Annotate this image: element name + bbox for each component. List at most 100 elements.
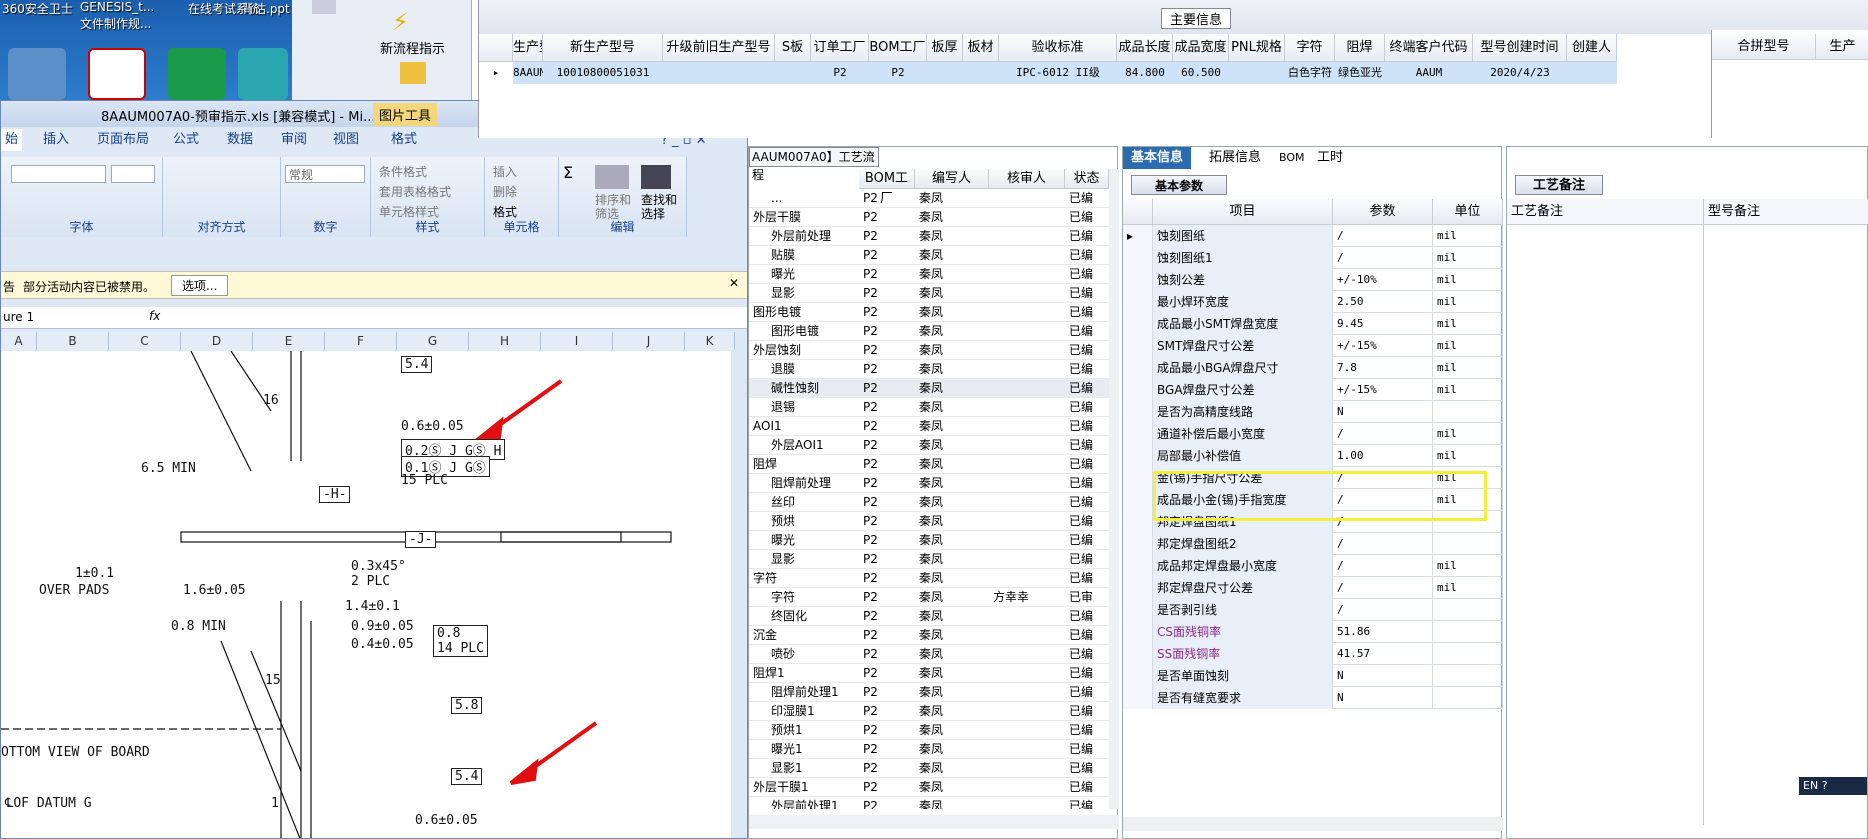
top-grid-cell[interactable]: 2020/4/23 bbox=[1473, 62, 1567, 84]
process-step-row[interactable]: 预烘 P2 秦凤 已编 bbox=[749, 512, 1109, 531]
tab-insert[interactable]: 插入 bbox=[43, 129, 69, 151]
top-grid-header[interactable]: PNL规格 bbox=[1229, 34, 1285, 62]
param-row[interactable]: 蚀刻图纸1 / mil bbox=[1123, 247, 1503, 269]
top-grid-cell[interactable]: 绿色亚光 bbox=[1335, 62, 1385, 84]
param-row[interactable]: 是否单面蚀刻 N bbox=[1123, 665, 1503, 687]
param-row[interactable]: ▸ 蚀刻图纸 / mil bbox=[1123, 225, 1503, 247]
param-row[interactable]: 是否有缝宽要求 N bbox=[1123, 687, 1503, 709]
top-grid-header[interactable]: 验收标准 bbox=[999, 34, 1117, 62]
param-value[interactable]: +/-15% bbox=[1333, 379, 1433, 401]
tab-view[interactable]: 视图 bbox=[333, 129, 359, 151]
font-size-input[interactable] bbox=[111, 165, 155, 183]
p-shortcut-icon[interactable] bbox=[168, 48, 226, 100]
param-row[interactable]: 蚀刻公差 +/-10% mil bbox=[1123, 269, 1503, 291]
top-grid-cell[interactable] bbox=[775, 62, 811, 84]
top-grid-header[interactable]: BOM工厂 bbox=[869, 34, 927, 62]
process-step-row[interactable]: 显影 P2 秦凤 已编 bbox=[749, 550, 1109, 569]
process-step-row[interactable]: 曝光 P2 秦凤 已编 bbox=[749, 531, 1109, 550]
tab-format[interactable]: 格式 bbox=[391, 129, 417, 151]
process-step-row[interactable]: 沉金 P2 秦凤 已编 bbox=[749, 626, 1109, 645]
param-value[interactable]: 9.45 bbox=[1333, 313, 1433, 335]
process-step-row[interactable]: 外层前处理 P2 秦凤 已编 bbox=[749, 227, 1109, 246]
writer-header[interactable]: 编写人 bbox=[915, 169, 989, 189]
merged-model-header[interactable]: 合拼型号 bbox=[1712, 34, 1816, 60]
tray-language-bar[interactable]: EN ? bbox=[1799, 777, 1867, 795]
new-flow-button[interactable]: 新流程指示 bbox=[380, 38, 445, 57]
param-value[interactable]: / bbox=[1333, 225, 1433, 247]
column-header[interactable]: A bbox=[1, 332, 37, 350]
column-header[interactable]: K bbox=[685, 332, 735, 350]
process-step-row[interactable]: 贴膜 P2 秦凤 已编 bbox=[749, 246, 1109, 265]
insert-cells-button[interactable]: 插入 bbox=[493, 163, 517, 180]
param-value[interactable]: / bbox=[1333, 533, 1433, 555]
tab-formulas[interactable]: 公式 bbox=[173, 129, 199, 151]
top-grid-cell[interactable]: P2 bbox=[811, 62, 869, 84]
top-grid-header[interactable]: 板材 bbox=[963, 34, 999, 62]
item-header[interactable]: 项目 bbox=[1153, 199, 1333, 225]
param-value[interactable]: 1.00 bbox=[1333, 445, 1433, 467]
param-value[interactable]: 7.8 bbox=[1333, 357, 1433, 379]
sum-icon[interactable]: Σ bbox=[563, 163, 573, 182]
process-step-row[interactable]: 字符 P2 秦凤 已编 bbox=[749, 569, 1109, 588]
column-header[interactable]: J bbox=[613, 332, 685, 350]
param-row[interactable]: 成品最小SMT焊盘宽度 9.45 mil bbox=[1123, 313, 1503, 335]
column-header[interactable]: C bbox=[109, 332, 181, 350]
production-header[interactable]: 生产 bbox=[1816, 34, 1868, 60]
param-value[interactable]: N bbox=[1333, 665, 1433, 687]
process-step-row[interactable]: 外层AOI1 P2 秦凤 已编 bbox=[749, 436, 1109, 455]
unit-header[interactable]: 单位 bbox=[1433, 199, 1503, 225]
param-value[interactable]: 2.50 bbox=[1333, 291, 1433, 313]
param-row[interactable]: 成品邦定焊盘最小宽度 / mil bbox=[1123, 555, 1503, 577]
app-shortcut-icon[interactable] bbox=[238, 48, 288, 100]
param-header[interactable]: 参数 bbox=[1333, 199, 1433, 225]
app-shortcut-icon[interactable] bbox=[8, 48, 66, 100]
top-grid-cell[interactable]: AAUM bbox=[1385, 62, 1473, 84]
process-step-row[interactable]: 预烘1 P2 秦凤 已编 bbox=[749, 721, 1109, 740]
param-value[interactable]: N bbox=[1333, 687, 1433, 709]
top-grid-cell[interactable]: 白色字符 bbox=[1285, 62, 1335, 84]
param-row[interactable]: 是否为高精度线路 N bbox=[1123, 401, 1503, 423]
conditional-format-button[interactable]: 条件格式 bbox=[379, 163, 427, 180]
column-header[interactable]: F bbox=[325, 332, 397, 350]
top-grid-cell[interactable] bbox=[663, 62, 775, 84]
column-header[interactable]: D bbox=[181, 332, 253, 350]
param-row[interactable]: SS面残铜率 41.57 bbox=[1123, 643, 1503, 665]
param-value[interactable]: 51.86 bbox=[1333, 621, 1433, 643]
table-format-button[interactable]: 套用表格格式 bbox=[379, 183, 451, 200]
row-pointer-icon[interactable]: ▸ bbox=[479, 62, 513, 84]
param-value[interactable]: / bbox=[1333, 577, 1433, 599]
param-row[interactable]: 局部最小补偿值 1.00 mil bbox=[1123, 445, 1503, 467]
param-row[interactable]: BGA焊盘尺寸公差 +/-15% mil bbox=[1123, 379, 1503, 401]
top-grid-header[interactable]: 新生产型号 bbox=[543, 34, 663, 62]
top-grid-cell[interactable]: 84.800 bbox=[1117, 62, 1173, 84]
param-value[interactable]: / bbox=[1333, 247, 1433, 269]
tab-review[interactable]: 审阅 bbox=[281, 129, 307, 151]
tab-work-hours[interactable]: 工时 bbox=[1309, 147, 1351, 169]
delete-cells-button[interactable]: 删除 bbox=[493, 183, 517, 200]
top-grid-header[interactable]: 升级前旧生产型号 bbox=[663, 34, 775, 62]
process-step-row[interactable]: 显影 P2 秦凤 已编 bbox=[749, 284, 1109, 303]
fx-icon[interactable]: fx bbox=[149, 309, 160, 323]
process-step-row[interactable]: 外层干膜 P2 秦凤 已编 bbox=[749, 208, 1109, 227]
process-step-row[interactable]: AOI1 P2 秦凤 已编 bbox=[749, 417, 1109, 436]
column-header[interactable]: B bbox=[37, 332, 109, 350]
top-grid-cell[interactable] bbox=[1229, 62, 1285, 84]
param-value[interactable]: 41.57 bbox=[1333, 643, 1433, 665]
reviewer-header[interactable]: 核审人 bbox=[989, 169, 1065, 189]
process-step-row[interactable]: 外层前处理1 P2 秦凤 已编 bbox=[749, 797, 1109, 809]
column-header[interactable]: I bbox=[541, 332, 613, 350]
process-step-row[interactable]: 终固化 P2 秦凤 已编 bbox=[749, 607, 1109, 626]
sort-filter-button[interactable]: 排序和 筛选 bbox=[595, 193, 631, 221]
param-row[interactable]: CS面残铜率 51.86 bbox=[1123, 621, 1503, 643]
top-grid-cell[interactable]: 8AAUM007A0 bbox=[513, 62, 543, 84]
process-step-row[interactable]: 阻焊 P2 秦凤 已编 bbox=[749, 455, 1109, 474]
top-grid-header[interactable]: S板 bbox=[775, 34, 811, 62]
desktop-label[interactable]: GENESIS_t... bbox=[80, 0, 154, 14]
vertical-scrollbar[interactable] bbox=[1109, 169, 1119, 809]
top-grid-cell[interactable] bbox=[963, 62, 999, 84]
process-step-row[interactable]: 碱性蚀刻 P2 秦凤 已编 bbox=[749, 379, 1109, 398]
top-grid-header[interactable]: 生产型号 bbox=[513, 34, 543, 62]
technical-drawing[interactable]: 5.4 0.6±0.05 6.5 MIN 0.2Ⓢ J GⓈ H 0.1Ⓢ J … bbox=[1, 351, 731, 838]
toolbar-icon[interactable] bbox=[312, 0, 336, 14]
top-grid-header[interactable]: 板厚 bbox=[927, 34, 963, 62]
